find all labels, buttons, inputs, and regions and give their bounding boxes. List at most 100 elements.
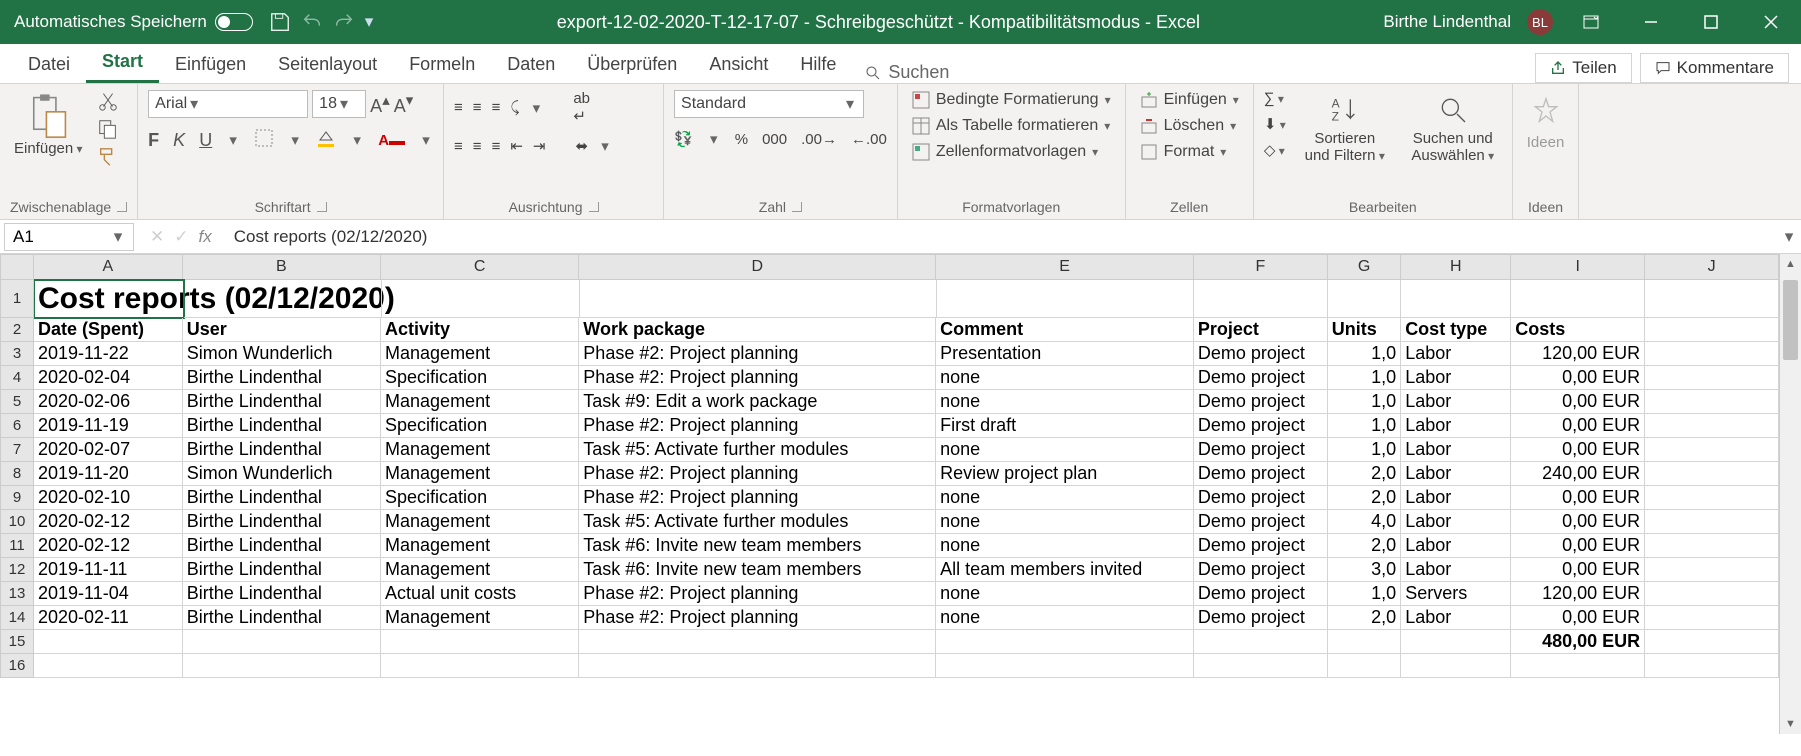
- cell[interactable]: 2020-02-12: [34, 534, 183, 558]
- tab-ansicht[interactable]: Ansicht: [693, 48, 784, 83]
- cell[interactable]: none: [936, 390, 1194, 414]
- cell[interactable]: 2020-02-06: [34, 390, 183, 414]
- find-select-button[interactable]: Suchen und Auswählen: [1404, 90, 1502, 166]
- wrap-text-icon[interactable]: ab↵: [573, 90, 590, 125]
- cell[interactable]: Demo project: [1194, 342, 1328, 366]
- cell[interactable]: 0,00 EUR: [1511, 390, 1645, 414]
- cell[interactable]: 0,00 EUR: [1511, 438, 1645, 462]
- redo-icon[interactable]: [333, 11, 355, 33]
- cell[interactable]: Phase #2: Project planning: [579, 414, 936, 438]
- cell[interactable]: [1645, 558, 1779, 582]
- cell[interactable]: [381, 654, 579, 678]
- minimize-button[interactable]: [1629, 0, 1673, 44]
- comma-format-icon[interactable]: 000: [762, 131, 787, 148]
- cell[interactable]: none: [936, 582, 1194, 606]
- cell[interactable]: 0,00 EUR: [1511, 534, 1645, 558]
- number-dialog-launcher[interactable]: [792, 202, 802, 212]
- copy-icon[interactable]: [97, 118, 119, 140]
- cell[interactable]: Servers: [1401, 582, 1511, 606]
- row-header-6[interactable]: 6: [0, 414, 34, 438]
- bold-button[interactable]: F: [148, 130, 159, 151]
- cell[interactable]: 1,0: [1328, 414, 1401, 438]
- decrease-decimal-icon[interactable]: ←.00: [851, 131, 887, 148]
- cell[interactable]: [1645, 366, 1779, 390]
- tab-hilfe[interactable]: Hilfe: [784, 48, 852, 83]
- cell[interactable]: Demo project: [1194, 366, 1328, 390]
- row-header-13[interactable]: 13: [0, 582, 34, 606]
- cell[interactable]: Labor: [1401, 606, 1511, 630]
- cell[interactable]: 0,00 EUR: [1511, 366, 1645, 390]
- formula-cancel-icon[interactable]: ✕: [150, 227, 164, 247]
- cell[interactable]: Management: [381, 534, 579, 558]
- row-header-2[interactable]: 2: [0, 318, 34, 342]
- cell[interactable]: 0,00 EUR: [1511, 558, 1645, 582]
- select-all-corner[interactable]: [0, 254, 34, 280]
- fx-icon[interactable]: fx: [199, 227, 212, 247]
- col-header-H[interactable]: H: [1401, 254, 1511, 280]
- cell[interactable]: Birthe Lindenthal: [183, 606, 381, 630]
- cell[interactable]: Task #6: Invite new team members: [579, 534, 936, 558]
- align-center-icon[interactable]: ≡: [473, 138, 482, 155]
- tab-seitenlayout[interactable]: Seitenlayout: [262, 48, 393, 83]
- format-painter-icon[interactable]: [97, 146, 119, 168]
- cell[interactable]: 120,00 EUR: [1511, 582, 1645, 606]
- font-size-combo[interactable]: 18▾: [312, 90, 366, 118]
- formula-enter-icon[interactable]: ✓: [174, 227, 188, 247]
- cell[interactable]: Management: [381, 558, 579, 582]
- format-cells-button[interactable]: Format: [1136, 142, 1231, 162]
- cell[interactable]: Management: [381, 390, 579, 414]
- tab-formeln[interactable]: Formeln: [393, 48, 491, 83]
- cell[interactable]: User: [183, 318, 381, 342]
- cell-styles-button[interactable]: Zellenformatvorlagen: [908, 142, 1102, 162]
- vertical-scrollbar[interactable]: ▲ ▼: [1779, 254, 1801, 734]
- cell[interactable]: 0,00 EUR: [1511, 414, 1645, 438]
- cell[interactable]: Labor: [1401, 366, 1511, 390]
- sort-filter-button[interactable]: AZ Sortieren und Filtern: [1296, 90, 1394, 166]
- cell[interactable]: Labor: [1401, 390, 1511, 414]
- cell[interactable]: Management: [381, 462, 579, 486]
- cell[interactable]: Birthe Lindenthal: [183, 582, 381, 606]
- col-header-C[interactable]: C: [381, 254, 579, 280]
- cell[interactable]: Demo project: [1194, 534, 1328, 558]
- number-format-combo[interactable]: Standard▾: [674, 90, 864, 118]
- cell[interactable]: [1645, 342, 1779, 366]
- cell[interactable]: Review project plan: [936, 462, 1194, 486]
- cell[interactable]: 4,0: [1328, 510, 1401, 534]
- clipboard-dialog-launcher[interactable]: [117, 202, 127, 212]
- cell[interactable]: [1401, 280, 1511, 318]
- font-color-button[interactable]: A: [378, 132, 405, 149]
- cell[interactable]: 2019-11-04: [34, 582, 183, 606]
- cell[interactable]: Demo project: [1194, 414, 1328, 438]
- cell[interactable]: Labor: [1401, 342, 1511, 366]
- cell[interactable]: 2,0: [1328, 486, 1401, 510]
- cell[interactable]: Activity: [381, 318, 579, 342]
- tab-datei[interactable]: Datei: [12, 48, 86, 83]
- orientation-icon[interactable]: ⤹: [510, 99, 519, 116]
- cell[interactable]: [34, 654, 183, 678]
- row-header-9[interactable]: 9: [0, 486, 34, 510]
- cell[interactable]: [1645, 462, 1779, 486]
- col-header-A[interactable]: A: [34, 254, 183, 280]
- cell[interactable]: Simon Wunderlich: [183, 342, 381, 366]
- italic-button[interactable]: K: [173, 130, 185, 151]
- tab-ueberpruefen[interactable]: Überprüfen: [571, 48, 693, 83]
- cell[interactable]: Labor: [1401, 558, 1511, 582]
- cell[interactable]: 2019-11-22: [34, 342, 183, 366]
- cell[interactable]: none: [936, 534, 1194, 558]
- cell[interactable]: Demo project: [1194, 390, 1328, 414]
- border-button[interactable]: [254, 128, 274, 152]
- cell[interactable]: Birthe Lindenthal: [183, 438, 381, 462]
- cell[interactable]: 2020-02-11: [34, 606, 183, 630]
- row-header-7[interactable]: 7: [0, 438, 34, 462]
- cell[interactable]: All team members invited: [936, 558, 1194, 582]
- font-dialog-launcher[interactable]: [317, 202, 327, 212]
- cell[interactable]: Birthe Lindenthal: [183, 366, 381, 390]
- cell[interactable]: Phase #2: Project planning: [579, 582, 936, 606]
- cell[interactable]: Task #6: Invite new team members: [579, 558, 936, 582]
- save-icon[interactable]: [269, 11, 291, 33]
- cell[interactable]: 1,0: [1328, 342, 1401, 366]
- col-header-B[interactable]: B: [183, 254, 381, 280]
- cell[interactable]: 0,00 EUR: [1511, 606, 1645, 630]
- insert-cells-button[interactable]: Einfügen: [1136, 90, 1243, 110]
- cell[interactable]: 2020-02-04: [34, 366, 183, 390]
